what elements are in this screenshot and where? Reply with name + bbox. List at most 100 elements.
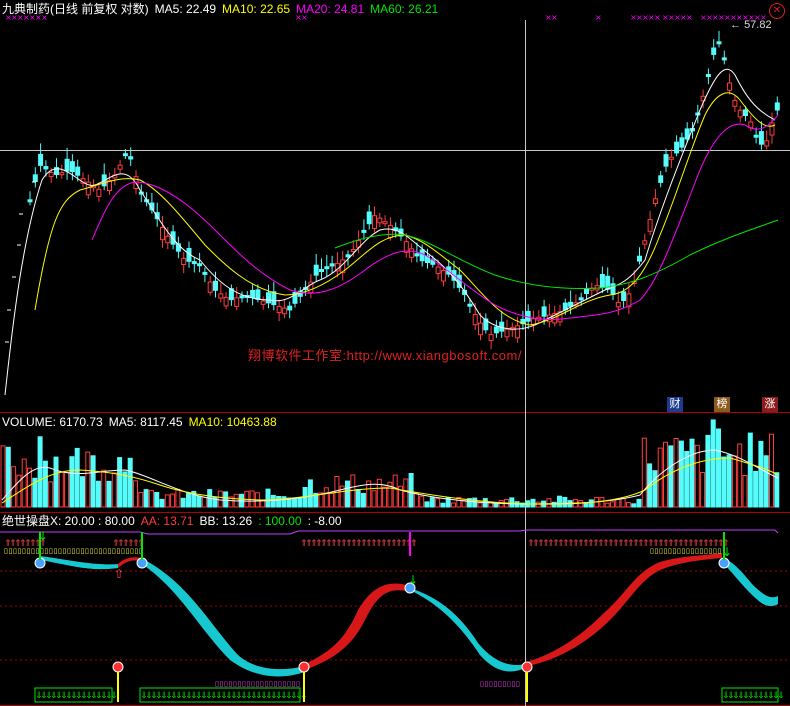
candle — [652, 198, 658, 205]
volume-bar — [345, 480, 350, 508]
indicator-glyph: ⇑ — [410, 539, 418, 549]
indicator-glyph: ▯ — [507, 680, 511, 688]
volume-bar — [223, 491, 229, 508]
candle — [493, 326, 499, 334]
volume-bar — [21, 458, 27, 508]
indicator-glyph: ▯ — [90, 547, 94, 555]
volume-bar — [689, 438, 695, 508]
indicator-glyph: ▯ — [45, 547, 49, 555]
volume-bar — [731, 455, 737, 508]
bang-badge[interactable]: 榜 — [714, 397, 730, 412]
zhang-badge[interactable]: 涨 — [762, 397, 778, 412]
indicator-glyph: ▯ — [99, 547, 103, 555]
candle — [387, 224, 393, 238]
volume-bar — [742, 475, 748, 508]
indicator-glyph: ▯ — [18, 547, 22, 555]
candle — [478, 322, 483, 336]
indicator-glyph: ▯ — [76, 547, 80, 555]
top-marker: × — [551, 13, 558, 22]
indicator-glyph: ▯ — [27, 547, 31, 555]
volume-bar — [58, 471, 64, 508]
candle — [382, 221, 388, 225]
volume-bar — [684, 451, 690, 508]
indicator-glyph: ▯ — [121, 547, 125, 555]
indicator-glyph: ▯ — [498, 680, 502, 688]
indicator-glyph: ▯ — [503, 680, 507, 688]
max-price-label: ← 57.82 — [730, 19, 772, 31]
indicator-cyan-band-2 — [142, 560, 305, 677]
volume-bar — [148, 489, 154, 508]
indicator-glyph: ▯ — [269, 680, 273, 688]
indicator-glyph: ▯ — [85, 547, 89, 555]
candle — [467, 303, 473, 307]
candle — [541, 306, 547, 317]
volume-bar — [631, 503, 637, 508]
candle — [197, 263, 203, 267]
volume-bar — [122, 471, 128, 508]
indicator-glyph: ▯ — [516, 680, 520, 688]
volume-bar — [753, 470, 759, 508]
cai-badge[interactable]: 财 — [667, 397, 683, 412]
ma60-label: MA60: 26.21 — [370, 2, 439, 16]
candle — [488, 334, 494, 341]
volume-bar — [42, 460, 48, 508]
indicator-glyph: ▯ — [278, 680, 282, 688]
volume-bar — [392, 474, 398, 508]
volume-bar — [477, 502, 483, 508]
volume-bar — [408, 473, 414, 508]
indicator-100: : 100.00 — [258, 514, 302, 528]
volume-bar — [663, 441, 668, 508]
volume-bar — [472, 497, 478, 508]
indicator-glyph: ▯ — [126, 547, 130, 555]
signal-arrow-icon: ↓ — [38, 529, 48, 543]
indicator-glyph: ▯ — [682, 547, 686, 555]
indicator-glyph: ▯ — [260, 680, 264, 688]
indicator-glyph: ▯ — [130, 547, 134, 555]
candle — [361, 229, 367, 233]
indicator-glyph: ▯ — [480, 680, 484, 688]
indicator-glyph: ▯ — [67, 547, 71, 555]
signal-dot — [112, 661, 124, 673]
volume-bar — [106, 480, 112, 508]
volume-bar — [360, 493, 366, 508]
candle — [64, 158, 70, 172]
indicator-glyph: ▯ — [512, 680, 516, 688]
volume-bar — [281, 496, 287, 508]
candle — [350, 249, 356, 252]
indicator-glyph: ▯ — [36, 547, 40, 555]
indicator-glyph: ▯ — [686, 547, 690, 555]
candle — [711, 47, 717, 55]
candle — [435, 266, 441, 274]
candle — [758, 131, 764, 145]
candle — [218, 293, 224, 299]
volume-bar — [74, 447, 80, 508]
candle — [753, 134, 759, 138]
indicator-header: 绝世操盘X: 20.00 : 80.00 AA: 13.71 BB: 13.26: … — [2, 513, 348, 529]
close-icon[interactable]: ✕ — [769, 3, 785, 19]
candle — [377, 217, 383, 224]
ma20-label: MA20: 24.81 — [296, 2, 365, 16]
candle — [504, 328, 510, 338]
indicator-glyph: ▯ — [695, 547, 699, 555]
volume-bar — [763, 455, 769, 508]
volume-bar — [180, 497, 186, 508]
volume-bar — [270, 494, 276, 508]
indicator-glyph: ▯ — [668, 547, 672, 555]
volume-bar — [376, 478, 382, 508]
candle — [313, 264, 319, 276]
volume-bar — [371, 490, 377, 508]
volume-bar — [599, 497, 605, 508]
volume-bar — [323, 487, 329, 508]
candle — [122, 153, 128, 157]
indicator-glyph: ▯ — [274, 680, 278, 688]
volume-header: VOLUME: 6170.73 MA5: 8117.45 MA10: 10463.8… — [2, 414, 283, 430]
candle — [568, 301, 574, 307]
volume-bar — [620, 498, 626, 508]
indicator-glyph: ▯ — [664, 547, 668, 555]
indicator-glyph: ▯ — [9, 547, 13, 555]
candle — [769, 122, 775, 136]
volume-bar — [716, 428, 721, 508]
candle — [281, 307, 287, 315]
volume-bar — [80, 476, 85, 508]
indicator-glyph: ▯ — [72, 547, 76, 555]
